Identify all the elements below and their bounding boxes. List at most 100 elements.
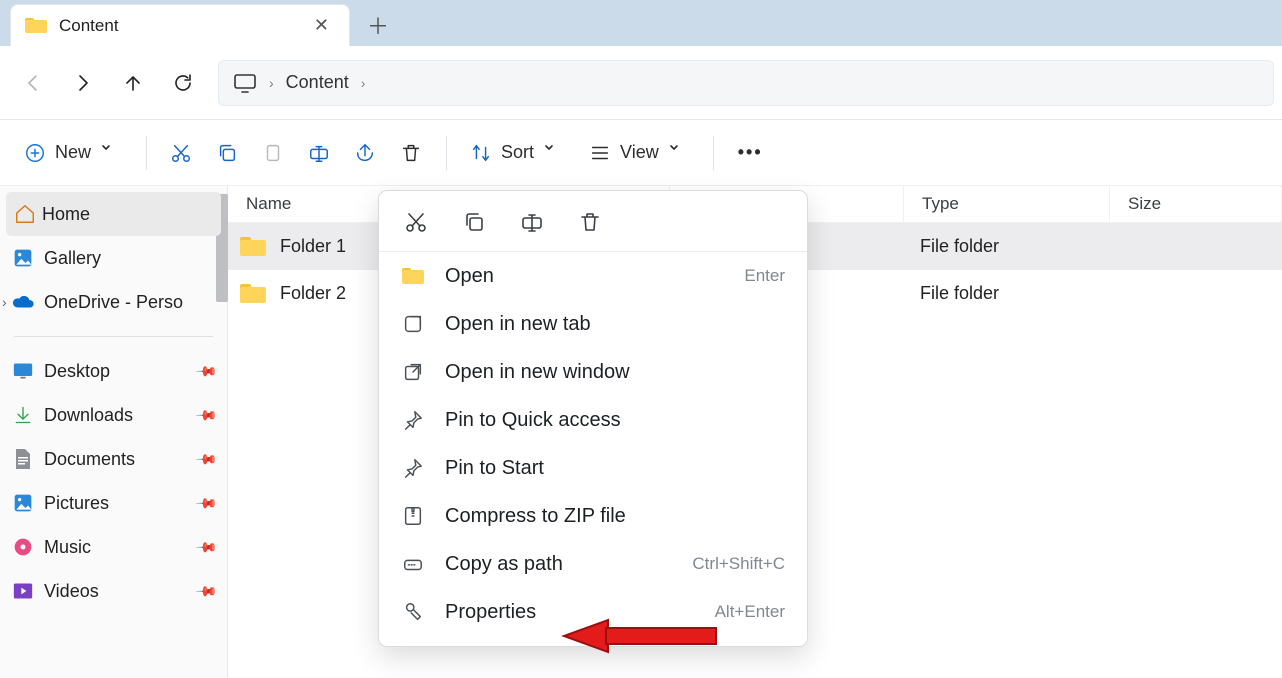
folder-icon (25, 18, 47, 34)
rename-icon (308, 142, 330, 164)
rename-icon (520, 210, 544, 234)
ctx-delete-button[interactable] (575, 207, 605, 237)
cut-icon (170, 142, 192, 164)
pin-icon: 📌 (194, 579, 218, 603)
title-bar: Content ✕ ＋ (0, 0, 1282, 46)
ctx-copy-path[interactable]: Copy as path Ctrl+Shift+C (379, 540, 807, 588)
copy-button[interactable] (206, 129, 248, 177)
new-button[interactable]: New (14, 129, 132, 177)
ctx-shortcut: Ctrl+Shift+C (692, 554, 785, 574)
explorer-tab[interactable]: Content ✕ (10, 4, 350, 46)
desktop-icon (12, 360, 34, 382)
sidebar-label: Documents (44, 449, 135, 470)
address-bar[interactable]: › Content › (218, 60, 1274, 106)
sidebar-label: Home (42, 204, 90, 225)
trash-icon (400, 142, 422, 164)
forward-button[interactable] (58, 59, 108, 107)
sidebar-item-music[interactable]: Music 📌 (0, 525, 227, 569)
pin-icon (401, 408, 425, 432)
up-button[interactable] (108, 59, 158, 107)
ctx-label: Copy as path (445, 553, 563, 576)
ctx-copy-button[interactable] (459, 207, 489, 237)
folder-icon (240, 237, 266, 257)
view-icon (589, 142, 611, 164)
view-button[interactable]: View (579, 129, 700, 177)
chevron-down-icon (543, 142, 565, 164)
sidebar-item-onedrive[interactable]: › OneDrive - Perso (0, 280, 227, 324)
rename-button[interactable] (298, 129, 340, 177)
arrow-up-icon (121, 71, 145, 95)
new-tab-button[interactable]: ＋ (356, 4, 400, 46)
chevron-right-icon[interactable]: › (2, 294, 7, 310)
ctx-label: Pin to Start (445, 457, 544, 480)
refresh-icon (172, 72, 194, 94)
ctx-shortcut: Alt+Enter (715, 602, 785, 622)
sidebar-item-documents[interactable]: Documents 📌 (0, 437, 227, 481)
sidebar-label: Gallery (44, 248, 101, 269)
sidebar-item-gallery[interactable]: Gallery (0, 236, 227, 280)
ctx-shortcut: Enter (744, 266, 785, 286)
ctx-open-new-tab[interactable]: Open in new tab (379, 300, 807, 348)
context-icon-row (379, 201, 807, 252)
share-button[interactable] (344, 129, 386, 177)
sidebar-item-desktop[interactable]: Desktop 📌 (0, 349, 227, 393)
file-name: Folder 1 (280, 236, 346, 257)
back-button[interactable] (8, 59, 58, 107)
tab-title: Content (59, 16, 296, 36)
delete-button[interactable] (390, 129, 432, 177)
cut-button[interactable] (160, 129, 202, 177)
zip-icon (401, 504, 425, 528)
new-label: New (55, 142, 91, 163)
column-size[interactable]: Size (1110, 186, 1282, 222)
chevron-right-icon: › (269, 75, 274, 91)
ctx-label: Compress to ZIP file (445, 505, 626, 528)
file-name: Folder 2 (280, 283, 346, 304)
breadcrumb-segment[interactable]: Content (286, 72, 349, 93)
ctx-compress-zip[interactable]: Compress to ZIP file (379, 492, 807, 540)
file-type: File folder (920, 236, 999, 257)
ctx-pin-quick-access[interactable]: Pin to Quick access (379, 396, 807, 444)
ctx-rename-button[interactable] (517, 207, 547, 237)
ctx-pin-start[interactable]: Pin to Start (379, 444, 807, 492)
nav-bar: › Content › (0, 46, 1282, 120)
column-type[interactable]: Type (904, 186, 1110, 222)
ctx-label: Open in new window (445, 361, 630, 384)
share-icon (354, 142, 376, 164)
ellipsis-icon: ••• (738, 142, 763, 163)
plus-circle-icon (24, 142, 46, 164)
chevron-right-icon: › (361, 75, 366, 91)
refresh-button[interactable] (158, 59, 208, 107)
folder-open-icon (401, 264, 425, 288)
trash-icon (578, 210, 602, 234)
ctx-label: Properties (445, 601, 536, 624)
toolbar: New Sort View ••• (0, 120, 1282, 186)
sidebar-divider (14, 336, 213, 337)
close-icon[interactable]: ✕ (308, 13, 335, 38)
chevron-down-icon (668, 142, 690, 164)
sidebar-item-pictures[interactable]: Pictures 📌 (0, 481, 227, 525)
ctx-label: Open (445, 265, 494, 288)
sort-icon (470, 142, 492, 164)
paste-icon (262, 142, 284, 164)
sidebar-label: Videos (44, 581, 99, 602)
sidebar: Home Gallery › OneDrive - Perso Desktop … (0, 186, 228, 678)
pin-icon: 📌 (194, 359, 218, 383)
sidebar-item-videos[interactable]: Videos 📌 (0, 569, 227, 613)
sort-button[interactable]: Sort (460, 129, 575, 177)
ctx-open-new-window[interactable]: Open in new window (379, 348, 807, 396)
sort-label: Sort (501, 142, 534, 163)
ctx-open[interactable]: Open Enter (379, 252, 807, 300)
downloads-icon (12, 404, 34, 426)
paste-button[interactable] (252, 129, 294, 177)
folder-icon (240, 284, 266, 304)
more-button[interactable]: ••• (728, 129, 773, 177)
context-menu: Open Enter Open in new tab Open in new w… (378, 190, 808, 647)
sidebar-item-home[interactable]: Home (6, 192, 221, 236)
onedrive-icon (12, 291, 34, 313)
new-tab-icon (401, 312, 425, 336)
file-type: File folder (920, 283, 999, 304)
ctx-cut-button[interactable] (401, 207, 431, 237)
new-window-icon (401, 360, 425, 384)
home-icon (14, 203, 36, 225)
sidebar-item-downloads[interactable]: Downloads 📌 (0, 393, 227, 437)
